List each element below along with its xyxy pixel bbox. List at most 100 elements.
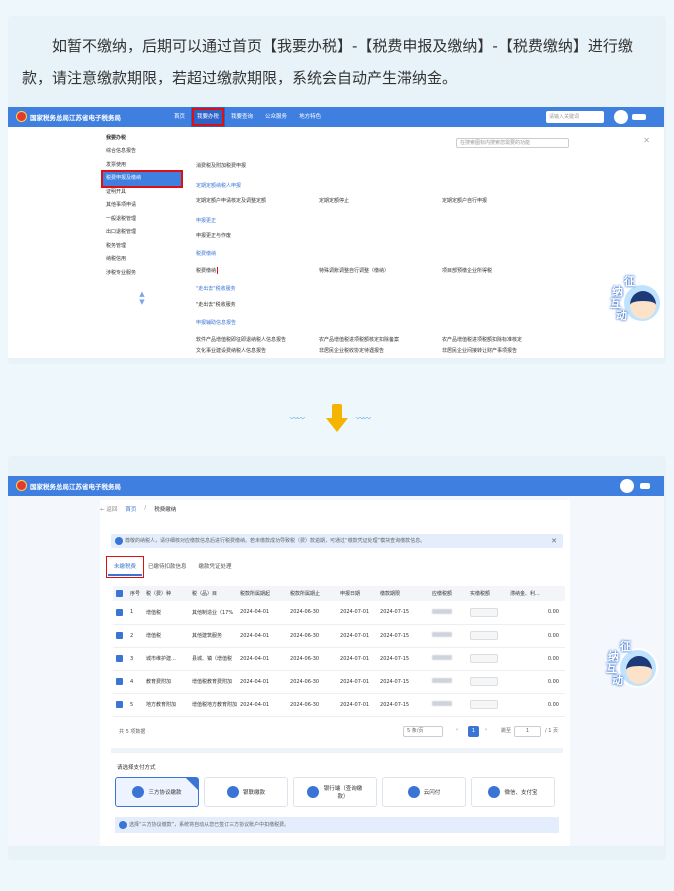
back-link[interactable]: ← 返回: [100, 505, 117, 513]
menu-category: 税费缴纳: [196, 251, 217, 257]
table-cell: 4: [127, 670, 143, 694]
emblem-icon: [16, 111, 27, 122]
row-checkbox[interactable]: [116, 632, 123, 639]
payment-options: 三方协议缴款 银联缴款 银行端（查询缴款） 云闪付 微信、支付宝: [115, 777, 555, 807]
menu-item[interactable]: 项目部预缴企业所得税: [442, 267, 565, 274]
nav-public[interactable]: 公众服务: [259, 107, 293, 127]
menu-row: 税费缴纳 特殊调账调整自行调整（缴纳） 项目部预缴企业所得税: [196, 267, 565, 274]
menu-item[interactable]: 非居民企业税收协定待遇报告: [319, 347, 442, 354]
table-cell: 2024-04-01: [237, 601, 288, 625]
row-checkbox[interactable]: [116, 655, 123, 662]
menu-item[interactable]: 农产品增值税进项税额核定扣除备案: [319, 336, 442, 343]
paid-amount-input[interactable]: [470, 631, 499, 640]
table-row[interactable]: 5 地方教育附加 增值税地方教育附加 2024-04-01 2024-06-30 2024…: [113, 693, 565, 717]
table-row[interactable]: 4 教育费附加 增值税教育费附加 2024-04-01 2024-06-30 2024-0…: [113, 670, 565, 694]
user-name-blurred: [640, 483, 650, 489]
paid-amount-input[interactable]: [470, 700, 499, 709]
table-cell: [467, 624, 508, 648]
sidebar-item[interactable]: 证明开具: [103, 186, 181, 200]
pay-option-tripartite[interactable]: 三方协议缴款: [115, 777, 199, 807]
col-header: 序号: [127, 586, 143, 601]
breadcrumb-current: 税费缴纳: [154, 507, 177, 513]
avatar[interactable]: [620, 479, 634, 493]
row-checkbox[interactable]: [116, 701, 123, 708]
tab-pending-deduct[interactable]: 已缴待扣款信息: [142, 558, 193, 576]
menu-item[interactable]: 定期定额户申请核定及调整定额: [196, 197, 319, 204]
pay-option-unionpay[interactable]: 银联缴款: [204, 777, 288, 807]
menu-item[interactable]: 定期定额停止: [319, 197, 442, 204]
tab-unpaid[interactable]: 未缴税费: [105, 556, 145, 578]
sidebar-item[interactable]: 其他事项申请: [103, 199, 181, 213]
pay-option-quickpass[interactable]: 云闪付: [382, 777, 466, 807]
goto-input[interactable]: 1: [514, 726, 541, 737]
menu-screenshot: 国家税务总局江苏省电子税务局 首页 我要办税 我要查询 公众服务 地方特色 请输…: [8, 107, 664, 358]
menu-item-tax-payment[interactable]: 税费缴纳: [196, 267, 319, 274]
avatar[interactable]: [614, 110, 628, 124]
select-all-checkbox[interactable]: [116, 590, 123, 597]
top-nav: 首页 我要办税 我要查询 公众服务 地方特色: [168, 107, 327, 127]
sidebar-item[interactable]: 纳税信用: [103, 253, 181, 267]
sidebar-item[interactable]: 税务管理: [103, 240, 181, 254]
sidebar-item[interactable]: 出口退税管理: [103, 226, 181, 240]
next-page-icon[interactable]: ›: [485, 727, 487, 733]
menu-category: 申报更正: [196, 218, 217, 224]
paid-amount-input[interactable]: [470, 677, 499, 686]
scroll-arrows-icon[interactable]: ▲ ▼: [103, 280, 181, 306]
row-checkbox[interactable]: [116, 678, 123, 685]
page-current[interactable]: 1: [468, 726, 479, 737]
table-row[interactable]: 2 增值税 其他建筑服务 2024-04-01 2024-06-30 2024-07-01…: [113, 624, 565, 648]
table-cell: [113, 670, 127, 694]
nav-handle-tax[interactable]: 我要办税: [191, 107, 226, 127]
table-cell: 2024-07-01: [337, 601, 378, 625]
sidebar-item-tax-declaration[interactable]: 税费申报及缴纳: [101, 170, 183, 188]
paid-amount-input[interactable]: [470, 654, 499, 663]
menu-item[interactable]: 消费税及附加税费申报: [196, 162, 319, 169]
emblem-icon: [16, 480, 27, 491]
sidebar-item[interactable]: 发票使用: [103, 159, 181, 173]
sidebar-item[interactable]: 涉税专业服务: [103, 267, 181, 281]
site-brand: 国家税务总局江苏省电子税务局: [30, 114, 121, 122]
menu-item[interactable]: 农产品增值税进项税额扣除标准核定: [442, 336, 565, 343]
row-checkbox[interactable]: [116, 608, 123, 616]
table-cell: 增值税地方教育附加: [189, 693, 238, 717]
close-icon[interactable]: ✕: [551, 534, 557, 548]
sidebar-item[interactable]: 一般退税管理: [103, 213, 181, 227]
breadcrumb-home[interactable]: 首页: [125, 505, 136, 513]
menu-item[interactable]: 申报更正与作废: [196, 232, 319, 239]
search-input[interactable]: 请输入关键词: [546, 111, 604, 123]
menu-item[interactable]: "走出去"税收服务: [196, 301, 319, 308]
menu-item[interactable]: 文化事业建设费纳税人信息报告: [196, 347, 319, 354]
table-cell: 2024-04-01: [237, 693, 288, 717]
tax-table: 序号 税（费）种 税（品）目 税款所属期起 税款所属期止 申报日期 缴款期限 应…: [113, 586, 565, 717]
close-icon[interactable]: ✕: [643, 136, 650, 145]
table-row[interactable]: 3 城市维护建... 县城、镇（增值税 2024-04-01 2024-06-30 202…: [113, 647, 565, 671]
nav-query[interactable]: 我要查询: [225, 107, 259, 127]
sidebar-item[interactable]: 综合信息报告: [103, 145, 181, 159]
menu-item[interactable]: 软件产品增值税即征即退纳税人信息报告: [196, 336, 319, 343]
menu-item[interactable]: 特殊调账调整自行调整（缴纳）: [319, 267, 442, 274]
pay-option-bank[interactable]: 银行端（查询缴款）: [293, 777, 377, 807]
page-size-select[interactable]: 5 条/页: [403, 726, 443, 737]
tab-voucher[interactable]: 缴款凭证处理: [193, 558, 238, 576]
sidebar-title: 我要办税: [106, 135, 127, 141]
nav-local[interactable]: 地方特色: [293, 107, 327, 127]
goto-label: 跳至: [501, 728, 512, 734]
table-cell: 1: [127, 601, 143, 625]
table-cell: 0.00: [507, 670, 565, 694]
mascot-icon[interactable]: 征 纳 互 动: [610, 275, 662, 329]
table-cell: 2: [127, 624, 143, 648]
table-row[interactable]: 1 增值税 其他制造业（17% 2024-04-01 2024-06-30 2024-07…: [113, 601, 565, 625]
table-cell: [429, 670, 468, 694]
menu-item[interactable]: 定期定额户自行申报: [442, 197, 565, 204]
menu-search-input[interactable]: 在搜索图标内搜索您需要的功能: [456, 138, 569, 148]
prev-page-icon[interactable]: ‹: [456, 727, 458, 733]
table-cell: [113, 647, 127, 671]
col-header: 税款所属期起: [237, 586, 288, 601]
col-header: 实缴税额: [467, 586, 508, 601]
mascot-icon[interactable]: 征 纳 互 动: [606, 640, 658, 694]
pay-option-wechat-alipay[interactable]: 微信、支付宝: [471, 777, 555, 807]
col-header: 税（费）种: [143, 586, 189, 601]
paid-amount-input[interactable]: [470, 607, 499, 617]
menu-item[interactable]: 非居民企业间接转让财产事项报告: [442, 347, 565, 354]
nav-home[interactable]: 首页: [168, 107, 191, 127]
